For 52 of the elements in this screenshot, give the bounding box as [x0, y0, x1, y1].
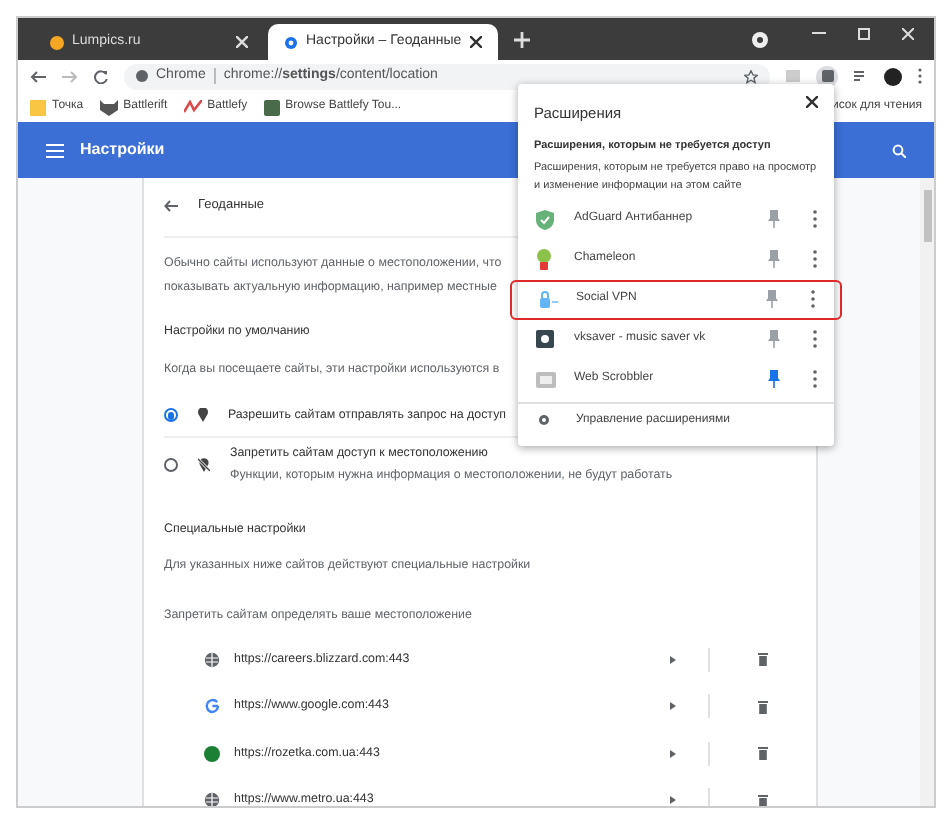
radio-button[interactable] [164, 457, 178, 472]
more-icon[interactable] [812, 210, 818, 228]
circle-icon [204, 745, 220, 762]
back-icon[interactable] [164, 199, 178, 212]
avatar-icon[interactable] [884, 67, 902, 85]
playlist-icon[interactable] [854, 70, 868, 82]
square-icon [263, 99, 280, 115]
profile-icon[interactable] [752, 31, 768, 47]
pin-icon[interactable] [768, 250, 780, 268]
chameleon-icon [534, 248, 556, 270]
square-icon [535, 371, 555, 387]
pin-icon[interactable] [768, 330, 780, 348]
logo-icon [183, 99, 202, 115]
more-icon[interactable] [812, 250, 818, 268]
close-icon[interactable] [806, 96, 818, 108]
more-icon[interactable] [810, 290, 816, 308]
globe-icon [136, 70, 148, 82]
radio-button[interactable] [164, 408, 178, 423]
location-off-icon [198, 457, 210, 472]
shield-icon [536, 209, 554, 229]
expand-arrow-icon[interactable] [670, 655, 676, 664]
lock-icon [537, 290, 557, 308]
maximize-icon[interactable] [858, 27, 870, 39]
trash-icon[interactable] [758, 746, 768, 761]
square-icon [536, 330, 554, 348]
star-icon[interactable] [744, 69, 758, 83]
g-logo-icon [204, 698, 220, 715]
search-icon[interactable] [892, 143, 906, 157]
menu-icon[interactable] [46, 143, 64, 157]
close-icon[interactable] [470, 36, 482, 48]
trash-icon[interactable] [758, 699, 768, 714]
pin-icon[interactable] [768, 210, 780, 228]
plus-icon[interactable] [514, 31, 530, 47]
back-icon[interactable] [30, 69, 46, 83]
more-icon[interactable] [812, 370, 818, 388]
more-icon[interactable] [812, 330, 818, 348]
expand-arrow-icon[interactable] [670, 749, 676, 758]
globe-icon [204, 651, 220, 668]
extensions-button[interactable] [816, 65, 838, 87]
reload-icon[interactable] [94, 69, 108, 83]
pin-icon[interactable] [768, 370, 780, 388]
location-pin-icon [198, 408, 208, 423]
pin-icon[interactable] [766, 290, 778, 308]
header-title: Настройки [80, 138, 165, 162]
folder-icon [30, 99, 46, 115]
scrollbar[interactable] [920, 178, 934, 806]
expand-arrow-icon[interactable] [670, 702, 676, 711]
trash-icon[interactable] [758, 652, 768, 667]
site-icon [50, 35, 64, 49]
mask-icon [99, 99, 118, 115]
expand-arrow-icon[interactable] [670, 796, 676, 805]
trash-icon[interactable] [758, 793, 768, 806]
